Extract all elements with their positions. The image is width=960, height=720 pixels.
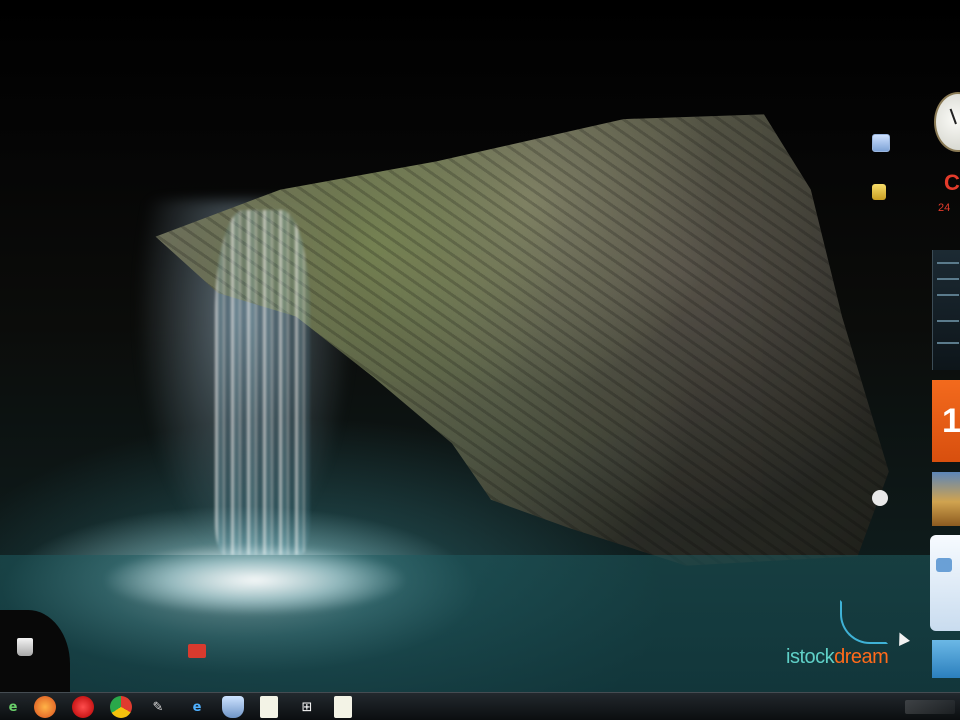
desktop-computer-icon[interactable] [872, 134, 890, 152]
orange-tile-gadget[interactable]: 1 [932, 380, 960, 462]
weather-gadget[interactable] [930, 535, 960, 631]
desktop-folder-icon[interactable] [872, 184, 886, 200]
waterfall-splash [105, 545, 405, 615]
weather-icon [936, 558, 952, 572]
calendar-day: 24 [938, 202, 951, 214]
desktop-red-app-icon[interactable] [188, 644, 206, 658]
start-button[interactable]: e [2, 696, 24, 718]
taskbar: e ✎ e ⊞ [0, 692, 960, 720]
desktop-wallpaper: C 24 1 istockdream e ✎ e ⊞ [0, 0, 960, 720]
feed-line [937, 320, 959, 322]
feed-gadget[interactable] [932, 250, 960, 370]
watermark-part-1: istock [786, 646, 835, 668]
blue-gadget[interactable] [932, 640, 960, 678]
photo-gadget[interactable] [932, 472, 960, 526]
feed-line [937, 278, 959, 280]
taskbar-opera-icon[interactable] [72, 696, 94, 718]
feather-glyph: ✎ [152, 699, 164, 715]
taskbar-shield-icon[interactable] [222, 696, 244, 718]
windows-glyph: ⊞ [301, 699, 313, 715]
taskbar-document-icon[interactable] [260, 696, 278, 718]
taskbar-firefox-icon[interactable] [34, 696, 56, 718]
watermark-logo: istockdream [786, 646, 889, 669]
desktop-app-icon[interactable] [872, 490, 888, 506]
feed-line [937, 294, 959, 296]
taskbar-windows-icon[interactable]: ⊞ [296, 696, 318, 718]
waterfall [215, 210, 310, 555]
system-tray[interactable] [905, 700, 955, 714]
start-icon: e [8, 699, 18, 715]
watermark-part-2: dream [834, 646, 889, 668]
orange-tile-number: 1 [942, 402, 960, 440]
calendar-gadget[interactable]: C 24 [936, 160, 960, 240]
taskbar-chrome-icon[interactable] [110, 696, 132, 718]
taskbar-document-icon-2[interactable] [334, 696, 352, 718]
feed-line [937, 342, 959, 344]
calendar-letter: C [944, 170, 960, 195]
recycle-bin-icon[interactable] [17, 638, 33, 656]
feed-line [937, 262, 959, 264]
taskbar-feather-icon[interactable]: ✎ [147, 696, 169, 718]
ie-glyph: e [192, 699, 202, 715]
taskbar-ie-icon[interactable]: e [186, 696, 208, 718]
